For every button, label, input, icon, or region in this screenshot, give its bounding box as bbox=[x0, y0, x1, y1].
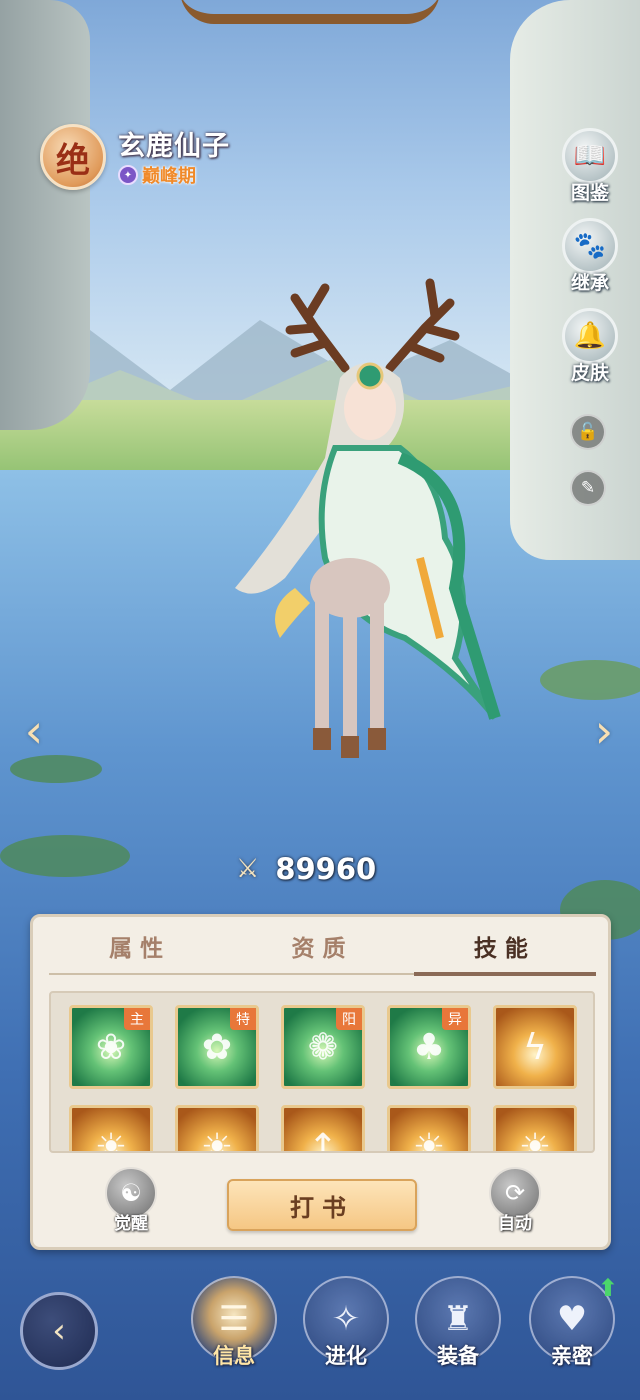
skill-slot-4[interactable]: ♣ 异 bbox=[387, 1005, 471, 1089]
codex-button[interactable]: 📖 图鉴 bbox=[558, 128, 622, 205]
inherit-button[interactable]: 🐾 继承 bbox=[558, 218, 622, 295]
next-character-arrow[interactable]: › bbox=[584, 704, 624, 758]
skill-slot-2[interactable]: ✿ 特 bbox=[175, 1005, 259, 1089]
tree-branch bbox=[180, 0, 440, 24]
auto-button[interactable]: ⟳ 自动 bbox=[485, 1167, 545, 1234]
deer-fairy-character[interactable] bbox=[225, 258, 505, 778]
character-name: 玄鹿仙子 bbox=[118, 131, 230, 162]
skills-grid: ❀ 主 ✿ 特 ❁ 阳 ♣ 异 ϟ ☀ ☀ ↑ ☀ ☀ bbox=[49, 991, 595, 1153]
skill-slot-8[interactable]: ↑ bbox=[281, 1105, 365, 1153]
crossed-swords-icon: ⚔ bbox=[236, 854, 260, 884]
skill-slot-9[interactable]: ☀ bbox=[387, 1105, 471, 1153]
panel-tabs: 属性 资质 技能 bbox=[49, 929, 597, 976]
nav-equipment-label: 装备 bbox=[437, 1344, 479, 1368]
arrow-up-skill-icon: ↑ bbox=[307, 1126, 339, 1153]
upgrade-arrow-icon: ⬆ bbox=[597, 1274, 618, 1302]
skill-slot-6[interactable]: ☀ bbox=[69, 1105, 153, 1153]
spirit-icon: 🐾 bbox=[562, 218, 618, 274]
growth-stage: ✦ 巅峰期 bbox=[118, 162, 196, 188]
demon-skill-icon: ☀ bbox=[200, 1126, 234, 1153]
back-button[interactable]: ‹ bbox=[20, 1292, 98, 1370]
auto-label: 自动 bbox=[498, 1214, 532, 1234]
bell-icon: 🔔 bbox=[562, 308, 618, 364]
skill-tag: 异 bbox=[442, 1008, 468, 1030]
codex-label: 图鉴 bbox=[570, 182, 609, 204]
horn-skill-icon: ☀ bbox=[518, 1126, 552, 1153]
learn-skill-button[interactable]: 打书 bbox=[227, 1179, 417, 1231]
book-icon: 📖 bbox=[562, 128, 618, 184]
bell-skill-icon: ☀ bbox=[94, 1126, 128, 1153]
skill-tag: 主 bbox=[124, 1008, 150, 1030]
skill-slot-1[interactable]: ❀ 主 bbox=[69, 1005, 153, 1089]
skill-tag: 阳 bbox=[336, 1008, 362, 1030]
feather-icon: ✦ bbox=[118, 165, 138, 185]
nav-info[interactable]: ☰ 信息 bbox=[188, 1276, 280, 1388]
skill-tag: 特 bbox=[230, 1008, 256, 1030]
nav-evolve[interactable]: ✧ 进化 bbox=[300, 1276, 392, 1388]
skin-button[interactable]: 🔔 皮肤 bbox=[558, 308, 622, 385]
tab-attributes[interactable]: 属性 bbox=[49, 929, 231, 973]
prev-character-arrow[interactable]: ‹ bbox=[14, 704, 54, 758]
skin-label: 皮肤 bbox=[570, 362, 609, 384]
cliff-left bbox=[0, 0, 90, 430]
lightning-orb-icon: ϟ bbox=[523, 1026, 547, 1068]
awaken-label: 觉醒 bbox=[114, 1214, 148, 1234]
back-arrow-icon: ‹ bbox=[52, 1311, 66, 1351]
nav-evolve-label: 进化 bbox=[325, 1344, 367, 1368]
grass-bank bbox=[540, 660, 640, 700]
tab-skills[interactable]: 技能 bbox=[413, 929, 597, 976]
stage-label: 巅峰期 bbox=[142, 166, 196, 187]
lock-open-icon: 🔓 bbox=[577, 422, 599, 442]
lock-button[interactable]: 🔓 bbox=[570, 414, 606, 450]
skill-slot-7[interactable]: ☀ bbox=[175, 1105, 259, 1153]
quill-icon: ✎ bbox=[580, 478, 596, 498]
lily-pad bbox=[10, 755, 102, 783]
awaken-button[interactable]: ☯ 觉醒 bbox=[101, 1167, 161, 1234]
power-value: 89960 bbox=[275, 852, 377, 886]
rank-badge: 绝 bbox=[40, 124, 106, 190]
lily-pad bbox=[0, 835, 130, 877]
combat-power: ⚔ 89960 bbox=[236, 852, 376, 886]
skill-slot-3[interactable]: ❁ 阳 bbox=[281, 1005, 365, 1089]
nav-equipment[interactable]: ♜ 装备 bbox=[412, 1276, 504, 1388]
rank-label: 绝 bbox=[56, 140, 90, 181]
inherit-label: 继承 bbox=[570, 272, 609, 294]
nav-info-label: 信息 bbox=[213, 1344, 255, 1368]
skill-slot-10[interactable]: ☀ bbox=[493, 1105, 577, 1153]
nav-intimacy-label: 亲密 bbox=[551, 1344, 593, 1368]
skill-slot-5[interactable]: ϟ bbox=[493, 1005, 577, 1089]
info-panel: 属性 资质 技能 ❀ 主 ✿ 特 ❁ 阳 ♣ 异 ϟ ☀ ☀ ↑ ☀ ☀ ☯ 觉… bbox=[30, 914, 611, 1250]
tab-aptitude[interactable]: 资质 bbox=[231, 929, 413, 973]
wave-skill-icon: ☀ bbox=[412, 1126, 446, 1153]
edit-button[interactable]: ✎ bbox=[570, 470, 606, 506]
